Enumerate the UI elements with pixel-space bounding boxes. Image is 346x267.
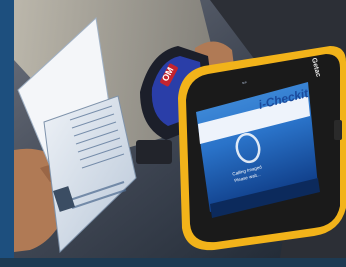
passport-scan-photo: OM xyxy=(0,0,346,267)
photo-scene: OM == i-Checkit Getac Calling Imaged Ple… xyxy=(0,0,346,267)
tablet-side-button[interactable] xyxy=(334,120,342,140)
rugged-tablet xyxy=(178,46,346,251)
bottom-border-strip xyxy=(0,258,346,267)
left-border-strip xyxy=(0,0,14,267)
scanner-handle xyxy=(136,140,172,164)
